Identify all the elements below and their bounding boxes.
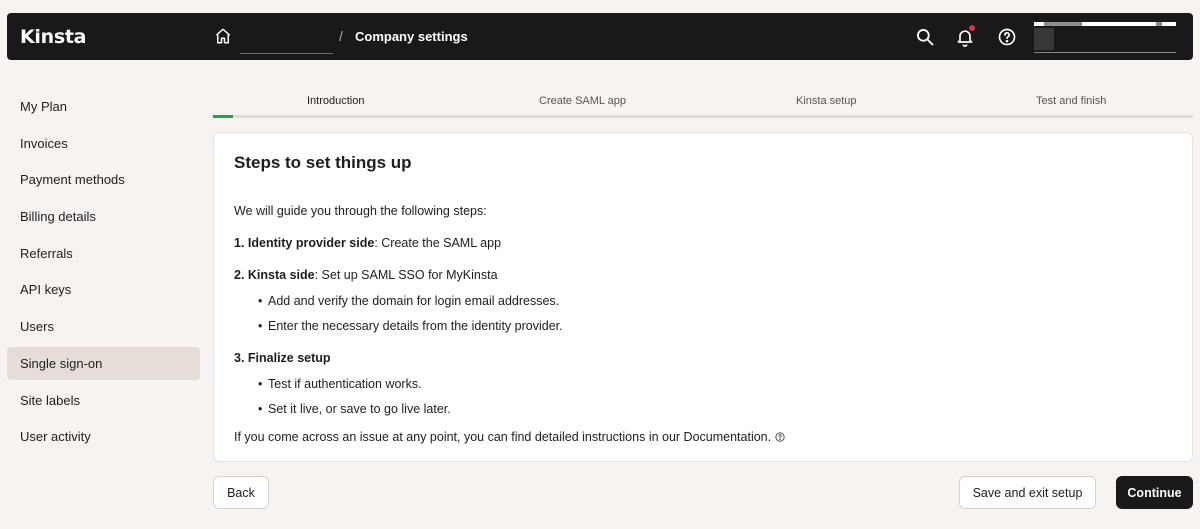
intro-text: We will guide you through the following …	[234, 204, 487, 218]
step-create-saml-app: Create SAML app	[539, 95, 627, 107]
sidebar-item-billing-details[interactable]: Billing details	[7, 200, 200, 233]
step-1-text: 1. Identity provider side: Create the SA…	[234, 236, 502, 250]
notification-dot	[969, 25, 975, 31]
list-item: Set it live, or save to go live later.	[234, 401, 1172, 417]
sidebar-item-payment-methods[interactable]: Payment methods	[7, 163, 200, 196]
sidebar-item-api-keys[interactable]: API keys	[7, 273, 200, 306]
account-menu-redacted[interactable]	[1034, 22, 1176, 53]
sidebar-item-my-plan[interactable]: My Plan	[7, 90, 200, 123]
progress-fill	[213, 115, 233, 118]
settings-sidebar: My Plan Invoices Payment methods Billing…	[7, 90, 200, 457]
question-circle-icon[interactable]	[775, 432, 785, 442]
wizard-stepper: Introduction Create SAML app Kinsta setu…	[213, 90, 1193, 120]
list-item: Test if authentication works.	[234, 376, 1172, 392]
breadcrumb-company-redacted[interactable]	[240, 27, 333, 54]
help-icon[interactable]	[997, 27, 1017, 47]
save-and-exit-button[interactable]: Save and exit setup	[959, 476, 1096, 509]
step-introduction: Introduction	[307, 95, 365, 107]
kinsta-logo[interactable]: Kinsta	[20, 26, 86, 48]
step-3-bullets: Test if authentication works. Set it liv…	[234, 376, 1172, 417]
sidebar-item-referrals[interactable]: Referrals	[7, 237, 200, 270]
progress-track	[213, 115, 1193, 118]
step-2-text: 2. Kinsta side: Set up SAML SSO for MyKi…	[234, 268, 498, 282]
breadcrumb-separator: /	[339, 28, 343, 44]
step-test-and-finish: Test and finish	[1036, 95, 1107, 107]
list-item: Enter the necessary details from the ide…	[234, 318, 1172, 334]
continue-button[interactable]: Continue	[1116, 476, 1193, 509]
setup-steps-card: Steps to set things up We will guide you…	[213, 132, 1193, 462]
sidebar-item-users[interactable]: Users	[7, 310, 200, 343]
sidebar-item-single-sign-on[interactable]: Single sign-on	[7, 346, 200, 380]
documentation-note: If you come across an issue at any point…	[234, 429, 1172, 445]
top-navigation-bar: Kinsta / Company settings	[7, 13, 1193, 60]
search-icon[interactable]	[915, 27, 935, 47]
breadcrumb-current-page: Company settings	[355, 29, 468, 44]
sidebar-item-invoices[interactable]: Invoices	[7, 127, 200, 160]
step-2-bullets: Add and verify the domain for login emai…	[234, 293, 1172, 334]
sidebar-item-user-activity[interactable]: User activity	[7, 420, 200, 453]
home-icon[interactable]	[214, 27, 232, 45]
step-kinsta-setup: Kinsta setup	[796, 95, 857, 107]
list-item: Add and verify the domain for login emai…	[234, 293, 1172, 309]
card-title: Steps to set things up	[234, 153, 412, 172]
sidebar-item-site-labels[interactable]: Site labels	[7, 384, 200, 417]
back-button[interactable]: Back	[213, 476, 269, 509]
step-3-text: 3. Finalize setup	[234, 351, 331, 365]
